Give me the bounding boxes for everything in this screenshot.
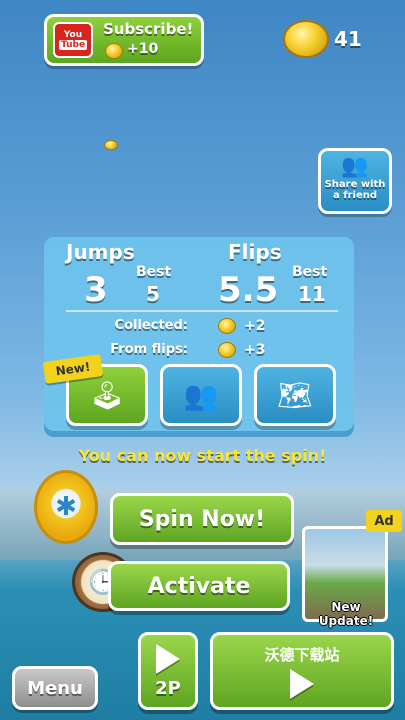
ad-tag: Ad (366, 510, 402, 532)
collected-label: Collected: (114, 318, 188, 333)
jumps-value: 3 (84, 270, 108, 310)
coin-stack-icon (283, 20, 329, 58)
spin-wheel-icon[interactable]: ✱ (34, 470, 98, 544)
flips-best-label: Best (292, 264, 328, 280)
spin-message: You can now start the spin! (78, 446, 327, 465)
map-icon: 🗺 (277, 378, 313, 412)
share-button[interactable]: 👥 Share with a friend (318, 148, 392, 214)
play-icon (290, 668, 314, 699)
collected-value: +2 (244, 318, 266, 334)
coin-icon (105, 43, 123, 59)
group-icon: 👥 (183, 378, 219, 412)
joystick-icon: 🕹 (89, 378, 125, 412)
ad-label: New Update! (318, 600, 374, 628)
coin-icon (218, 342, 236, 358)
jumps-best-value: 5 (146, 282, 160, 306)
multiplayer-button[interactable]: 👥 (160, 364, 242, 426)
activate-button[interactable]: Activate (108, 561, 290, 611)
play-icon (156, 643, 180, 674)
subscribe-label: Subscribe! (103, 20, 194, 38)
flips-best-value: 11 (298, 282, 326, 306)
from-flips-value: +3 (244, 342, 266, 358)
jumps-best-label: Best (136, 264, 172, 280)
subscribe-button[interactable]: You Tube Subscribe! +10 (44, 14, 204, 66)
youtube-logo-text-bottom: Tube (58, 40, 88, 50)
play-button[interactable]: 沃德下载站 (210, 632, 394, 710)
youtube-logo-text-top: You (63, 30, 83, 40)
group-icon: 👥 (341, 154, 369, 179)
youtube-logo-icon: You Tube (53, 22, 93, 58)
flips-value: 5.5 (218, 270, 279, 310)
watermark-text: 沃德下载站 (264, 645, 340, 664)
map-button[interactable]: 🗺 (254, 364, 336, 426)
two-player-label: 2P (155, 677, 181, 699)
jumps-label: Jumps (66, 240, 135, 264)
subscribe-reward: +10 (127, 41, 159, 57)
from-flips-label: From flips: (110, 342, 188, 357)
panel-divider (66, 310, 338, 312)
floating-coin-icon (104, 140, 118, 150)
coin-count: 41 (334, 27, 362, 51)
share-label: Share with a friend (324, 179, 386, 201)
spin-now-button[interactable]: Spin Now! (110, 493, 294, 545)
coin-icon (218, 318, 236, 334)
two-player-button[interactable]: 2P (138, 632, 198, 710)
menu-button[interactable]: Menu (12, 666, 98, 710)
flips-label: Flips (228, 240, 282, 264)
